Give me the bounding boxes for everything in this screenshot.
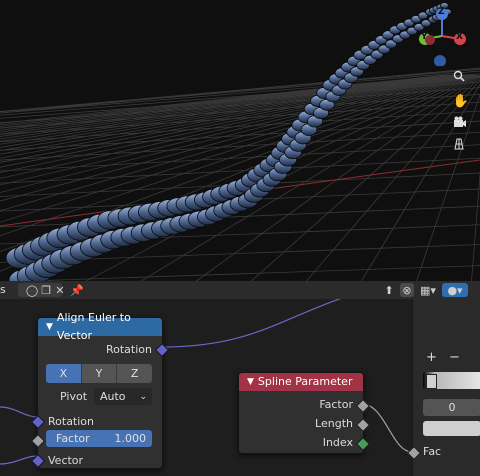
gizmo-z-label: Z bbox=[438, 7, 445, 17]
length-output-label: Length bbox=[315, 417, 353, 430]
align-euler-to-vector-node[interactable]: ▼ Align Euler to Vector Rotation X Y Z P… bbox=[30, 311, 170, 469]
fac-input-label: Fac bbox=[423, 445, 442, 458]
pivot-dropdown[interactable]: Auto ⌄ bbox=[94, 388, 152, 405]
rotation-output-label: Rotation bbox=[105, 343, 152, 356]
collapse-chevron-icon[interactable]: ▼ bbox=[247, 373, 254, 391]
factor-label: Factor bbox=[56, 432, 90, 445]
node-editor-header: s ◯ ❐ ✕ 📌 ⬆ ⊗ ▦▾ ●▾ bbox=[0, 281, 480, 300]
axis-selector[interactable]: X Y Z bbox=[46, 364, 152, 383]
factor-output-label: Factor bbox=[319, 398, 353, 411]
chevron-down-icon: ⌄ bbox=[139, 391, 147, 402]
ramp-position-value: 0 bbox=[448, 401, 456, 414]
navigation-gizmo[interactable]: Z X Y bbox=[412, 4, 474, 66]
remove-stop-button[interactable]: − bbox=[449, 350, 460, 365]
index-output-label: Index bbox=[322, 436, 353, 449]
node-editor-canvas[interactable]: ▼ Align Euler to Vector Rotation X Y Z P… bbox=[0, 299, 480, 476]
camera-icon[interactable] bbox=[453, 116, 469, 132]
spline-node-title: Spline Parameter bbox=[257, 375, 353, 388]
upload-icon[interactable]: ⬆ bbox=[382, 283, 396, 297]
color-ramp-node-partial[interactable]: + − 0 Fac bbox=[406, 299, 480, 476]
copy-icon: ❐ bbox=[41, 283, 52, 297]
axis-x-option[interactable]: X bbox=[46, 364, 81, 383]
spline-node-header[interactable]: ▼ Spline Parameter bbox=[239, 373, 363, 391]
shield-icon: ◯ bbox=[25, 283, 39, 297]
align-node-header[interactable]: ▼ Align Euler to Vector bbox=[38, 311, 162, 342]
overlay-icon[interactable]: ●▾ bbox=[442, 283, 468, 297]
add-stop-button[interactable]: + bbox=[426, 350, 437, 365]
viewport-scene bbox=[0, 0, 480, 281]
ramp-color-swatch[interactable] bbox=[423, 421, 480, 436]
axis-y-option[interactable]: Y bbox=[80, 364, 117, 383]
spline-parameter-node[interactable]: ▼ Spline Parameter Factor Length Index bbox=[238, 372, 371, 454]
gizmo-y-label: Y bbox=[421, 32, 428, 42]
collapse-chevron-icon[interactable]: ▼ bbox=[46, 318, 53, 336]
rotation-input-label: Rotation bbox=[48, 415, 95, 428]
close-icon[interactable]: ✕ bbox=[53, 283, 67, 297]
layout-icon[interactable]: ▦▾ bbox=[417, 283, 439, 297]
snap-icon[interactable]: ⊗ bbox=[400, 283, 414, 297]
align-node-title: Align Euler to Vector bbox=[56, 311, 131, 342]
gizmo-x-label: X bbox=[456, 32, 463, 42]
axis-z-option[interactable]: Z bbox=[116, 364, 152, 383]
grid-icon[interactable] bbox=[453, 138, 469, 154]
vector-input-label: Vector bbox=[48, 454, 84, 467]
pivot-value: Auto bbox=[100, 390, 126, 403]
hand-icon[interactable]: ✋ bbox=[453, 93, 469, 109]
factor-value: 1.000 bbox=[114, 432, 147, 445]
ramp-stop-handle[interactable] bbox=[426, 374, 437, 389]
pivot-label: Pivot bbox=[60, 390, 88, 403]
3d-viewport[interactable]: Z X Y ✋ bbox=[0, 0, 480, 281]
ramp-position-field[interactable]: 0 bbox=[423, 399, 480, 416]
zoom-icon[interactable] bbox=[453, 70, 469, 86]
pin-icon[interactable]: 📌 bbox=[70, 283, 84, 297]
header-text: s bbox=[0, 283, 6, 296]
color-ramp-bar[interactable] bbox=[423, 372, 480, 389]
factor-slider[interactable]: Factor 1.000 bbox=[46, 430, 152, 447]
